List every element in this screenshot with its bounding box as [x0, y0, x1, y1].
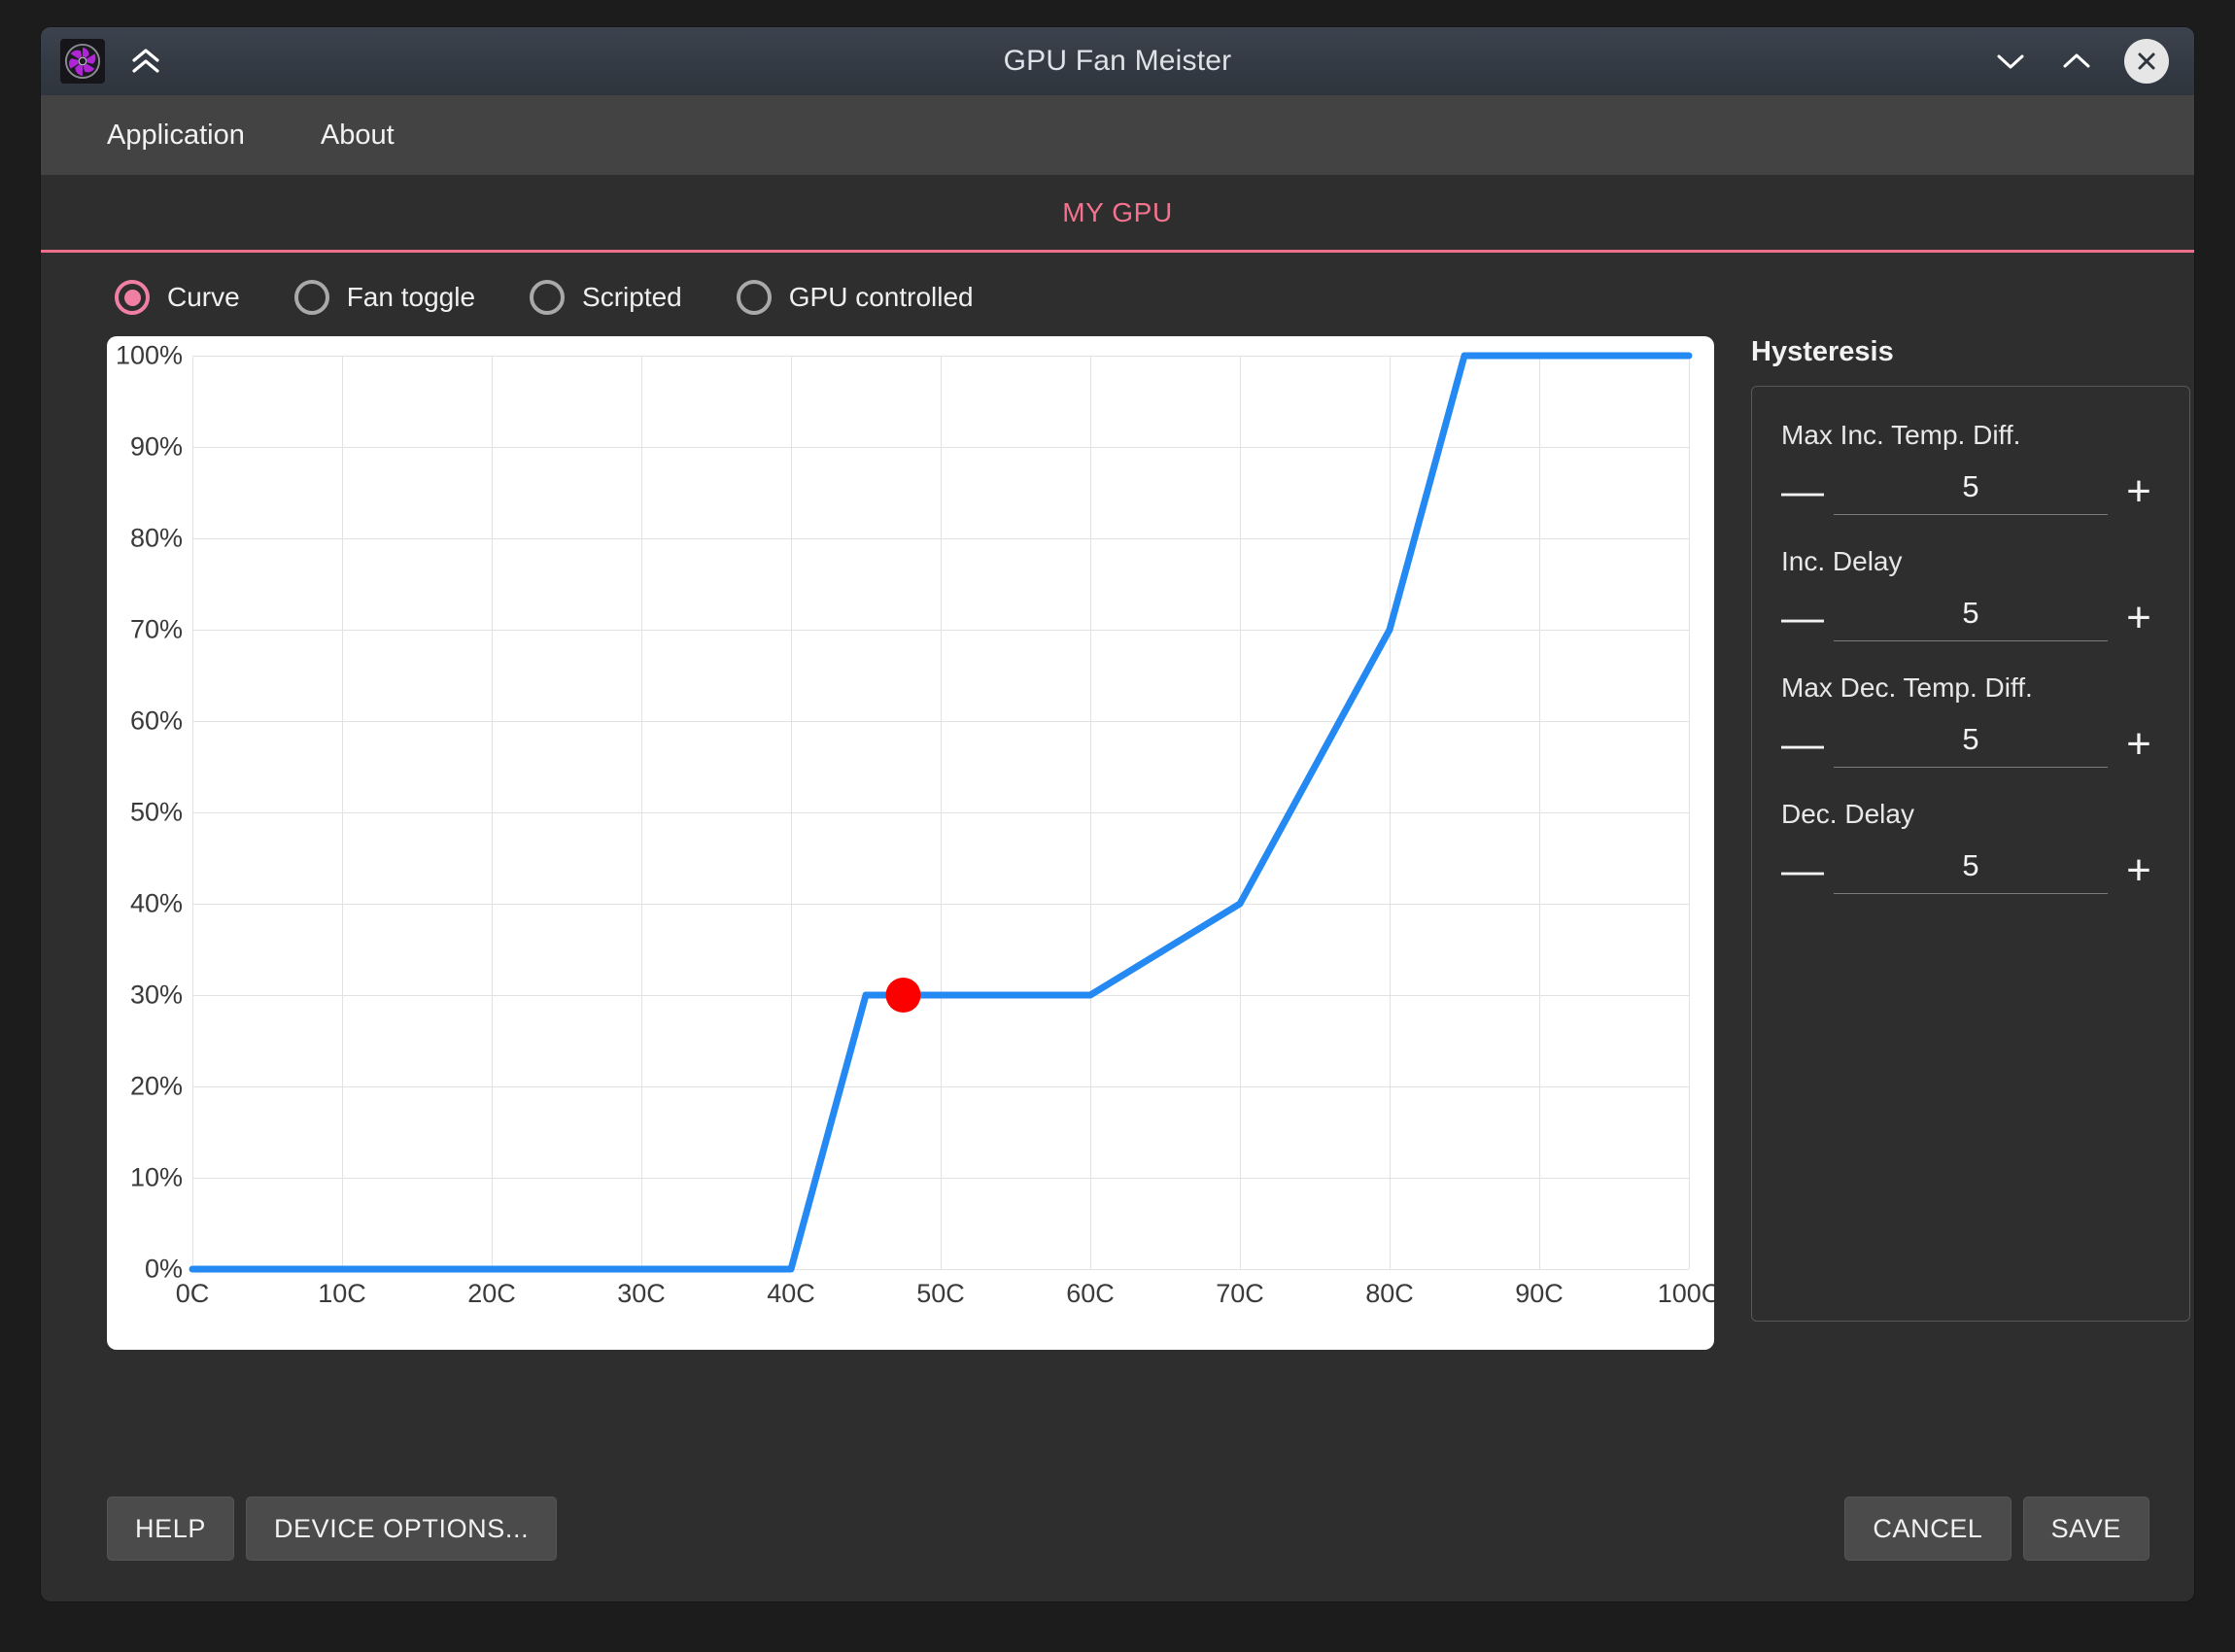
minimize-button[interactable] — [1992, 43, 2029, 80]
menu-item-application[interactable]: Application — [95, 114, 257, 157]
x-axis-tick-label: 40C — [767, 1279, 815, 1308]
tab-my-gpu[interactable]: MY GPU — [1062, 197, 1173, 228]
x-axis-tick-label: 50C — [916, 1279, 965, 1308]
value-max-dec-temp-diff[interactable]: 5 — [1962, 722, 1978, 767]
field-label-inc-delay: Inc. Delay — [1781, 546, 1903, 576]
stepper-inc-delay: — 5 + — [1777, 593, 2164, 643]
tab-bar: MY GPU — [41, 175, 2194, 253]
fan-curve-chart[interactable]: 0% 10% 20% 30% 40% 50% 60% 70% 80% 90% 100% 0C 10C 20… — [107, 336, 1714, 1350]
menu-item-about[interactable]: About — [309, 114, 406, 157]
field-label-max-inc-temp-diff: Max Inc. Temp. Diff. — [1781, 420, 2021, 450]
main-content: 0% 10% 20% 30% 40% 50% 60% 70% 80% 90% 100% 0C 10C 20… — [41, 336, 2194, 1405]
x-axis-tick-label: 30C — [617, 1279, 666, 1308]
y-axis-tick-label: 80% — [129, 523, 183, 553]
y-axis-tick-label: 60% — [129, 706, 183, 736]
input-underline — [1834, 639, 2108, 641]
footer-bar: HELP DEVICE OPTIONS... CANCEL SAVE — [41, 1456, 2194, 1601]
menu-bar: Application About — [41, 95, 2194, 175]
title-bar: GPU Fan Meister — [41, 27, 2194, 95]
y-axis-tick-label: 30% — [129, 980, 183, 1010]
window-controls — [1992, 39, 2194, 84]
cancel-button[interactable]: CANCEL — [1844, 1497, 2012, 1561]
save-button[interactable]: SAVE — [2022, 1497, 2149, 1561]
mode-label-curve: Curve — [167, 282, 240, 312]
field-label-dec-delay: Dec. Delay — [1781, 799, 1914, 829]
plus-icon-max-dec-temp-diff[interactable]: + — [2114, 719, 2164, 770]
mode-option-gpu-controlled[interactable]: GPU controlled — [736, 280, 974, 315]
mode-option-scripted[interactable]: Scripted — [530, 280, 682, 315]
maximize-button[interactable] — [2058, 43, 2095, 80]
chevrons-up-icon[interactable] — [126, 42, 165, 81]
device-options-button[interactable]: DEVICE OPTIONS... — [245, 1497, 558, 1561]
x-axis-tick-label: 90C — [1515, 1279, 1564, 1308]
x-axis-tick-label: 100C — [1657, 1279, 1714, 1308]
y-axis-tick-label: 100% — [115, 340, 183, 370]
mode-label-fan-toggle: Fan toggle — [346, 282, 476, 312]
close-icon — [2138, 52, 2155, 70]
hysteresis-fields: Max Inc. Temp. Diff. — 5 + Inc. Delay — — [1751, 386, 2190, 1322]
input-underline — [1834, 513, 2108, 515]
gridline-vertical — [1689, 356, 1690, 1269]
x-axis-tick-label: 80C — [1365, 1279, 1414, 1308]
y-axis-tick-label: 50% — [129, 797, 183, 827]
mode-option-fan-toggle[interactable]: Fan toggle — [293, 280, 476, 315]
y-axis-tick-label: 70% — [129, 614, 183, 644]
chart-plot-area[interactable]: 0% 10% 20% 30% 40% 50% 60% 70% 80% 90% 100% 0C 10C 20… — [116, 341, 1714, 1309]
x-axis-tick-label: 0C — [175, 1279, 210, 1308]
y-axis-tick-label: 40% — [129, 888, 183, 918]
mode-label-scripted: Scripted — [582, 282, 682, 312]
x-axis-tick-label: 60C — [1066, 1279, 1115, 1308]
stepper-max-dec-temp-diff: — 5 + — [1777, 719, 2164, 770]
stepper-max-inc-temp-diff: — 5 + — [1777, 466, 2164, 517]
stepper-dec-delay: — 5 + — [1777, 845, 2164, 896]
field-max-dec-temp-diff: Max Dec. Temp. Diff. — 5 + — [1777, 672, 2164, 770]
window-title: GPU Fan Meister — [1003, 45, 1232, 77]
application-window: GPU Fan Meister Application About MY GPU… — [41, 27, 2194, 1601]
input-underline — [1834, 892, 2108, 894]
minus-icon-max-dec-temp-diff[interactable]: — — [1777, 719, 1828, 770]
value-dec-delay[interactable]: 5 — [1962, 848, 1978, 893]
y-axis-tick-label: 90% — [129, 431, 183, 462]
mode-selector: Curve Fan toggle Scripted GPU controlled — [41, 253, 2194, 336]
mode-label-gpu-controlled: GPU controlled — [788, 282, 974, 312]
x-axis-tick-label: 10C — [318, 1279, 366, 1308]
plus-icon-max-inc-temp-diff[interactable]: + — [2114, 466, 2164, 517]
radio-icon-curve[interactable] — [115, 280, 150, 315]
help-button[interactable]: HELP — [107, 1497, 234, 1561]
field-max-inc-temp-diff: Max Inc. Temp. Diff. — 5 + — [1777, 420, 2164, 517]
mode-option-curve[interactable]: Curve — [115, 280, 240, 315]
hysteresis-title: Hysteresis — [1751, 336, 1894, 367]
x-axis-tick-label: 70C — [1216, 1279, 1264, 1308]
hysteresis-panel: Hysteresis Max Inc. Temp. Diff. — 5 + In… — [1751, 336, 2190, 1405]
fan-icon — [60, 39, 105, 84]
selected-curve-point[interactable] — [885, 978, 921, 1013]
input-underline — [1834, 766, 2108, 768]
radio-icon-fan-toggle[interactable] — [293, 280, 329, 315]
x-axis-tick-label: 20C — [467, 1279, 516, 1308]
radio-icon-scripted[interactable] — [530, 280, 566, 315]
radio-icon-gpu-controlled[interactable] — [736, 280, 772, 315]
plus-icon-dec-delay[interactable]: + — [2114, 845, 2164, 896]
field-label-max-dec-temp-diff: Max Dec. Temp. Diff. — [1781, 672, 2033, 703]
curve-line[interactable] — [189, 352, 1693, 1273]
minus-icon-inc-delay[interactable]: — — [1777, 593, 1828, 643]
plus-icon-inc-delay[interactable]: + — [2114, 593, 2164, 643]
minus-icon-dec-delay[interactable]: — — [1777, 845, 1828, 896]
minus-icon-max-inc-temp-diff[interactable]: — — [1777, 466, 1828, 517]
field-inc-delay: Inc. Delay — 5 + — [1777, 546, 2164, 643]
close-button[interactable] — [2124, 39, 2169, 84]
y-axis-tick-label: 20% — [129, 1071, 183, 1101]
field-dec-delay: Dec. Delay — 5 + — [1777, 799, 2164, 896]
value-max-inc-temp-diff[interactable]: 5 — [1962, 469, 1978, 514]
value-inc-delay[interactable]: 5 — [1962, 596, 1978, 640]
y-axis-tick-label: 10% — [129, 1162, 183, 1192]
